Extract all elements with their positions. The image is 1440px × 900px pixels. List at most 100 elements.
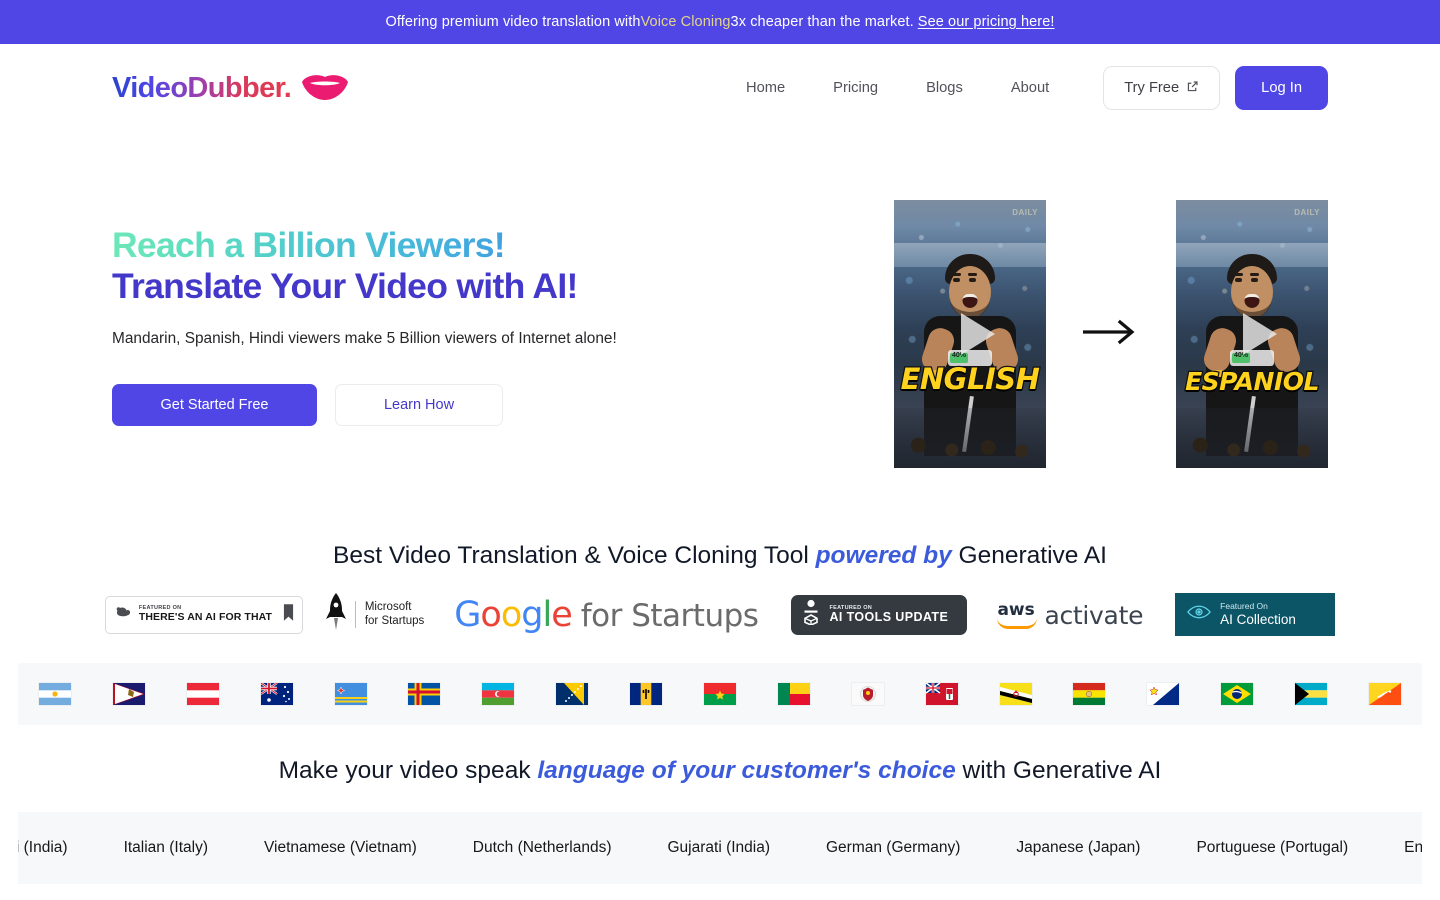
badge-aitools-title: AI TOOLS UPDATE (829, 609, 949, 624)
nav-item-home[interactable]: Home (722, 80, 809, 96)
flag-austria[interactable] (166, 683, 240, 705)
logo[interactable]: VideoDubber. (112, 72, 349, 105)
language-item-japanese-japan[interactable]: Japanese (Japan) (988, 839, 1168, 857)
hero-title-line-2: Translate Your Video with AI! (112, 266, 578, 307)
logo-text: VideoDubber. (112, 71, 292, 104)
badge-microsoft-for-startups[interactable]: Microsoft for Startups (325, 592, 424, 637)
flag-azerbaijan[interactable] (461, 683, 535, 705)
credibility-heading-before: Best Video Translation & Voice Cloning T… (332, 542, 816, 569)
google-letter-e: e (551, 594, 573, 635)
video-watermark: DAILY (1012, 208, 1038, 217)
google-letter-o2: o (500, 594, 522, 635)
nav-item-blogs[interactable]: Blogs (902, 80, 987, 96)
aws-smile-icon (997, 618, 1038, 629)
hero-subtitle: Mandarin, Spanish, Hindi viewers make 5 … (112, 330, 617, 348)
badge-aicollection-title: AI Collection (1220, 611, 1296, 627)
google-letter-o1: o (480, 594, 501, 635)
hero-cta-group: Get Started Free Learn How (112, 384, 812, 427)
hero-section: Reach a Billion Viewers! Translate Your … (0, 132, 1440, 524)
play-icon[interactable] (961, 313, 995, 355)
google-letter-g1: G (454, 594, 481, 635)
language-item-vietnamese-vietnam[interactable]: Vietnamese (Vietnam) (236, 839, 445, 857)
learn-how-button[interactable]: Learn How (335, 384, 503, 427)
badge-google-for-startups[interactable]: Google for Startups (454, 594, 759, 635)
language-item-hindi-india[interactable]: Hindi (India) (18, 839, 96, 857)
aws-wordmark: aws (997, 599, 1035, 620)
flags-carousel[interactable] (18, 663, 1422, 725)
hero-title: Reach a Billion Viewers! Translate Your … (112, 225, 812, 307)
source-video-caption: ENGLISH (899, 361, 1041, 398)
language-item-german-germany[interactable]: German (Germany) (798, 839, 988, 857)
badge-microsoft-line-2: for Startups (364, 614, 425, 627)
language-heading-before: Make your video speak (278, 757, 538, 784)
credibility-heading-emphasis: powered by (815, 542, 952, 569)
lips-icon (301, 75, 349, 101)
language-item-gujarati-india[interactable]: Gujarati (India) (639, 839, 798, 857)
flag-bonaire[interactable] (1126, 683, 1200, 705)
try-free-button[interactable]: Try Free (1103, 66, 1221, 110)
language-item-dutch-netherlands[interactable]: Dutch (Netherlands) (445, 839, 640, 857)
language-heading: Make your video speak language of your c… (0, 757, 1440, 785)
language-item-italian-italy[interactable]: Italian (Italy) (96, 839, 236, 857)
try-free-label: Try Free (1124, 80, 1180, 96)
muscle-arm-icon (114, 603, 132, 626)
flag-bahamas[interactable] (1274, 683, 1348, 705)
flag-australia[interactable] (240, 683, 314, 705)
promo-pricing-link[interactable]: See our pricing here! (918, 14, 1055, 30)
flag-barbados[interactable] (609, 683, 683, 705)
flag-burkina-faso[interactable] (683, 683, 757, 705)
flag-aland-islands[interactable] (387, 683, 461, 705)
badge-taift-title: THERE'S AN AI FOR THAT (138, 610, 273, 623)
aws-logo: aws (997, 599, 1038, 630)
language-track: Hindi (India) Italian (Italy) Vietnamese… (18, 812, 1422, 884)
site-header: VideoDubber. Home Pricing Blogs About Tr… (0, 44, 1440, 132)
badge-ai-tools-update[interactable]: FEATURED ON AI TOOLS UPDATE (791, 594, 968, 635)
flag-bolivia[interactable] (1052, 683, 1126, 705)
login-button[interactable]: Log In (1235, 66, 1328, 110)
main-nav: Home Pricing Blogs About Try Free Log In (722, 66, 1328, 110)
badge-aws-activate[interactable]: aws activate (997, 600, 1143, 630)
flag-benin[interactable] (757, 683, 831, 705)
google-letter-l: l (542, 594, 552, 635)
flag-argentina[interactable] (18, 683, 92, 705)
promo-text-before: Offering premium video translation with (385, 14, 641, 30)
hero-title-line-1: Reach a Billion Viewers! (112, 225, 812, 266)
flag-brazil[interactable] (1200, 683, 1274, 705)
rocket-icon (325, 592, 347, 637)
play-icon[interactable] (1243, 313, 1277, 355)
language-item-english-india[interactable]: English (India) (1376, 839, 1422, 857)
flag-bhutan[interactable] (1348, 683, 1422, 705)
google-for-startups-tail: for Startups (580, 597, 759, 634)
flag-american-samoa[interactable] (92, 683, 166, 705)
badge-theres-an-ai-for-that[interactable]: FEATURED ON THERE'S AN AI FOR THAT (104, 595, 303, 634)
hero-media: DAILY 40% ENGLISH DAILY 40% ESPANIOL (894, 190, 1328, 468)
credibility-heading-after: Generative AI (951, 542, 1107, 569)
badge-aicollection-eyebrow: Featured On (1220, 600, 1268, 611)
language-item-portuguese-portugal[interactable]: Portuguese (Portugal) (1168, 839, 1376, 857)
flag-aruba[interactable] (314, 683, 388, 705)
target-video-thumbnail[interactable]: DAILY 40% ESPANIOL (1176, 200, 1328, 468)
arrow-right-icon (1082, 319, 1140, 350)
person-box-icon (801, 599, 821, 630)
promo-banner: Offering premium video translation with … (0, 0, 1440, 44)
flag-bosnia-and-herzegovina[interactable] (535, 683, 609, 705)
source-video-thumbnail[interactable]: DAILY 40% ENGLISH (894, 200, 1046, 468)
badge-ai-collection[interactable]: Featured On AI Collection (1175, 593, 1336, 636)
nav-item-pricing[interactable]: Pricing (809, 80, 902, 96)
partner-badge-row: FEATURED ON THERE'S AN AI FOR THAT Micro… (0, 592, 1440, 637)
google-letter-g2: g (521, 594, 543, 635)
flags-track (18, 683, 1422, 705)
get-started-free-button[interactable]: Get Started Free (112, 384, 317, 427)
external-link-icon (1186, 80, 1199, 97)
flag-brunei[interactable] (979, 683, 1053, 705)
credibility-heading: Best Video Translation & Voice Cloning T… (0, 542, 1440, 570)
language-heading-after: with Generative AI (955, 757, 1162, 784)
nav-item-about[interactable]: About (987, 80, 1073, 96)
language-carousel[interactable]: Hindi (India) Italian (Italy) Vietnamese… (18, 812, 1422, 884)
video-watermark: DAILY (1294, 208, 1320, 217)
flag-belarus[interactable] (831, 683, 905, 705)
bookmark-icon (283, 603, 294, 626)
promo-text-after: 3x cheaper than the market. (730, 14, 914, 30)
google-wordmark: Google (454, 594, 573, 635)
flag-bermuda[interactable] (905, 683, 979, 705)
